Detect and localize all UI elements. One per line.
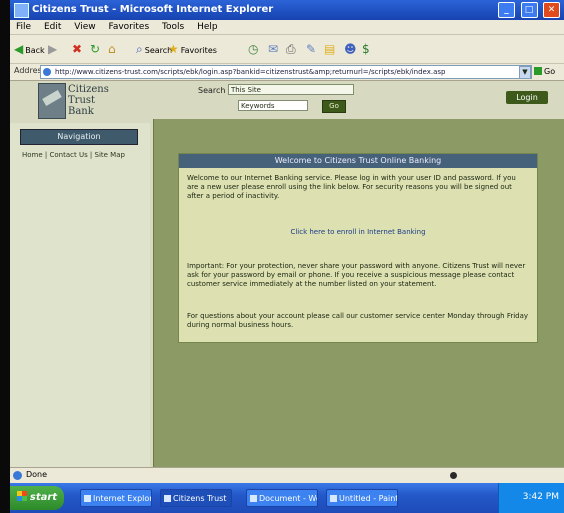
folder-icon[interactable]: ▤: [324, 41, 335, 57]
contact-paragraph: For questions about your account please …: [187, 312, 529, 329]
windows-flag-icon: [16, 491, 27, 501]
close-button[interactable]: ✕: [543, 2, 560, 18]
sidebar-heading[interactable]: Navigation: [20, 129, 138, 145]
sidebar: Navigation Home | Contact Us | Site Map: [10, 123, 150, 467]
logo-line-1: Citizens: [68, 84, 109, 95]
menu-file[interactable]: File: [16, 22, 31, 32]
menu-favorites[interactable]: Favorites: [108, 22, 149, 32]
address-dropdown-icon[interactable]: ▼: [519, 66, 531, 79]
logo-line-3: Bank: [68, 106, 94, 117]
start-button[interactable]: start: [10, 486, 64, 510]
taskbar-item-active[interactable]: Citizens Trust: [160, 489, 232, 507]
title-bar: Citizens Trust - Microsoft Internet Expl…: [10, 0, 564, 20]
web-page: Citizens Trust Bank Search This Site Key…: [10, 81, 564, 467]
status-text: Done: [26, 470, 48, 479]
address-field[interactable]: http://www.citizens-trust.com/scripts/eb…: [40, 65, 532, 79]
welcome-paragraph: Welcome to our Internet Banking service.…: [187, 174, 516, 200]
status-bar: Done: [10, 467, 564, 483]
login-button[interactable]: Login: [506, 91, 548, 104]
bank-logo[interactable]: Citizens Trust Bank: [38, 83, 110, 123]
print-icon[interactable]: ⎙: [286, 41, 296, 57]
menu-edit[interactable]: Edit: [44, 22, 61, 32]
taskbar: start Internet Explorer Citizens Trust D…: [10, 483, 564, 513]
history-icon[interactable]: ◷: [248, 41, 258, 57]
mail-icon[interactable]: ✉: [268, 41, 278, 57]
start-label: start: [29, 492, 58, 503]
money-icon[interactable]: $: [362, 41, 370, 57]
welcome-title: Welcome to Citizens Trust Online Banking: [179, 154, 537, 168]
system-tray: 3:42 PM: [498, 483, 564, 513]
back-label: Back: [25, 46, 45, 55]
site-search-form: Search This Site Keywords Go: [198, 84, 358, 120]
enroll-link[interactable]: Click here to enroll in Internet Banking: [187, 228, 529, 238]
ie-icon: [14, 3, 29, 18]
security-zone: [430, 470, 480, 480]
forward-button[interactable]: ▶: [48, 41, 57, 57]
address-url: http://www.citizens-trust.com/scripts/eb…: [55, 68, 446, 76]
home-icon[interactable]: ⌂: [108, 41, 116, 57]
zone-globe-icon: [450, 472, 457, 479]
edit-icon[interactable]: ✎: [306, 41, 316, 57]
search-scope-select[interactable]: This Site: [228, 84, 354, 95]
status-page-icon: [13, 471, 22, 480]
window-controls: _ □ ✕: [496, 2, 560, 18]
menu-view[interactable]: View: [74, 22, 95, 32]
browser-window: Citizens Trust - Microsoft Internet Expl…: [10, 0, 564, 513]
stop-icon[interactable]: ✖: [72, 41, 82, 57]
search-input[interactable]: Keywords: [238, 100, 308, 111]
main-panel: Welcome to Citizens Trust Online Banking…: [153, 119, 564, 467]
security-paragraph: Important: For your protection, never sh…: [187, 262, 526, 288]
favorites-button[interactable]: ★ Favorites: [168, 41, 217, 57]
menu-tools[interactable]: Tools: [162, 22, 184, 32]
taskbar-item[interactable]: Untitled - Paint: [326, 489, 398, 507]
page-icon: [43, 68, 51, 76]
logo-text: Citizens Trust Bank: [68, 84, 112, 117]
minimize-button[interactable]: _: [498, 2, 516, 18]
clock[interactable]: 3:42 PM: [523, 492, 559, 502]
search-button[interactable]: ⌕ Search: [136, 41, 172, 57]
back-button[interactable]: ◀ Back: [14, 41, 45, 57]
go-button[interactable]: Go: [534, 65, 558, 78]
search-label: Search: [198, 86, 226, 95]
taskbar-item[interactable]: Document - WordPad: [246, 489, 318, 507]
menu-bar: File Edit View Favorites Tools Help: [10, 20, 564, 35]
refresh-icon[interactable]: ↻: [90, 41, 100, 57]
favorites-label: Favorites: [180, 46, 217, 55]
messenger-icon[interactable]: ☻: [344, 41, 357, 57]
welcome-box: Welcome to Citizens Trust Online Banking…: [178, 153, 538, 343]
taskbar-item[interactable]: Internet Explorer: [80, 489, 152, 507]
maximize-button[interactable]: □: [520, 2, 538, 18]
address-bar: Address http://www.citizens-trust.com/sc…: [10, 64, 564, 81]
menu-help[interactable]: Help: [197, 22, 218, 32]
standard-toolbar: ◀ Back ▶ ✖ ↻ ⌂ ⌕ Search ★ Favorites ◷ ✉ ⎙ ✎…: [10, 35, 564, 64]
logo-mark-icon: [38, 83, 66, 119]
search-go-button[interactable]: Go: [322, 100, 346, 113]
logo-line-2: Trust: [68, 95, 96, 106]
window-title: Citizens Trust - Microsoft Internet Expl…: [32, 4, 274, 15]
sidebar-links[interactable]: Home | Contact Us | Site Map: [22, 151, 140, 159]
